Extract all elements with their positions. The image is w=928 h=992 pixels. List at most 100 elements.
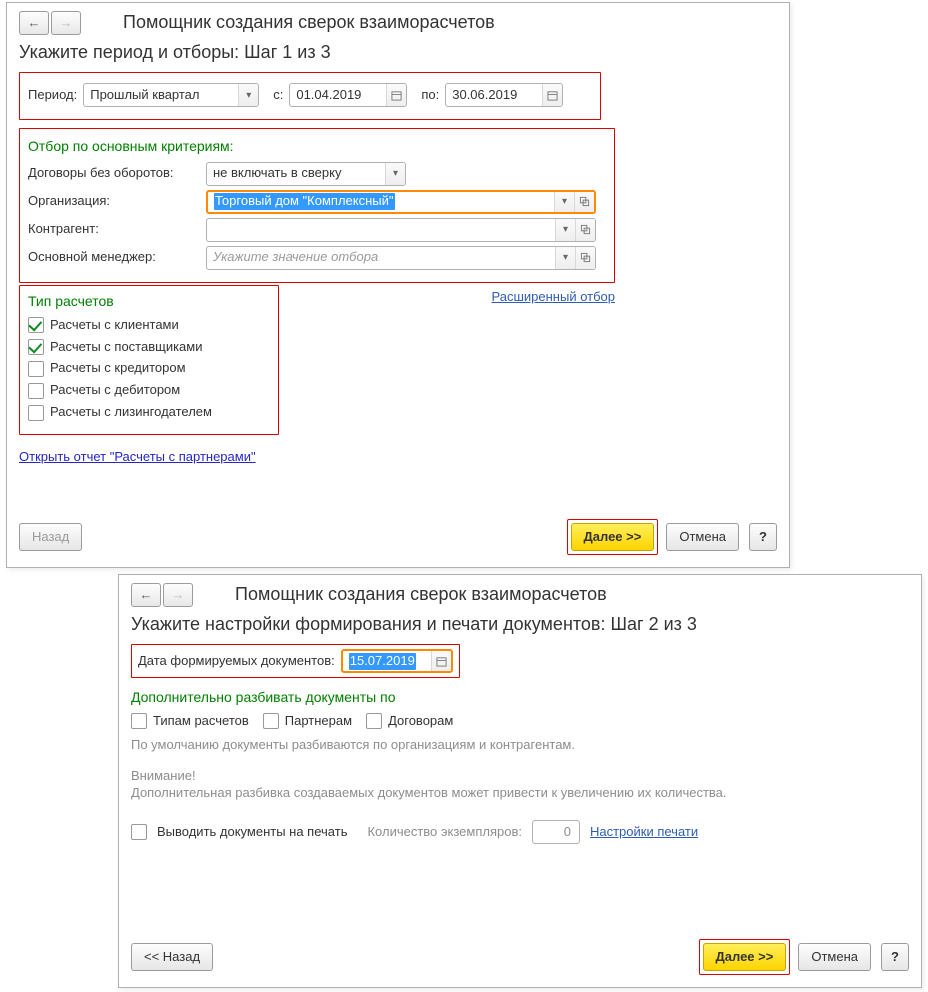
manager-input[interactable] (207, 247, 555, 269)
checkbox[interactable] (28, 361, 44, 377)
warning-title: Внимание! (131, 768, 909, 785)
dropdown-icon[interactable]: ▾ (554, 192, 574, 212)
step-heading: Укажите настройки формирования и печати … (131, 613, 909, 636)
dropdown-icon[interactable]: ▾ (385, 163, 405, 185)
calendar-icon[interactable] (386, 84, 406, 106)
calc-type-label: Расчеты с кредитором (50, 360, 186, 377)
window-title: Помощник создания сверок взаиморасчетов (195, 583, 909, 606)
nav-forward-button[interactable]: → (51, 11, 81, 35)
nav-back-button[interactable]: ← (131, 583, 161, 607)
print-checkbox-label: Выводить документы на печать (157, 824, 347, 841)
dropdown-icon[interactable]: ▾ (238, 84, 258, 106)
period-to-value: 30.06.2019 (446, 84, 542, 106)
copies-value: 0 (533, 821, 579, 843)
back-button[interactable]: Назад (19, 523, 82, 551)
criteria-block: Отбор по основным критериям: Договоры бе… (19, 128, 615, 282)
calc-type-label: Расчеты с лизингодателем (50, 404, 212, 421)
organization-field[interactable]: Торговый дом "Комплексный" ▾ (206, 190, 596, 214)
period-from-value: 01.04.2019 (290, 84, 386, 106)
split-title: Дополнительно разбивать документы по (131, 688, 909, 706)
next-button-highlight: Далее >> (699, 939, 791, 975)
calc-type-block: Тип расчетов Расчеты с клиентами Расчеты … (19, 285, 279, 435)
back-button[interactable]: << Назад (131, 943, 213, 971)
counterparty-input[interactable] (207, 219, 555, 241)
split-item-label: Типам расчетов (153, 713, 249, 730)
cancel-button[interactable]: Отмена (798, 943, 871, 971)
checkbox[interactable] (131, 713, 147, 729)
calc-type-label: Расчеты с поставщиками (50, 339, 203, 356)
arrow-left-icon: ← (28, 15, 41, 32)
step-heading: Укажите период и отборы: Шаг 1 из 3 (19, 41, 777, 64)
counterparty-label: Контрагент: (28, 221, 200, 238)
calc-type-item[interactable]: Расчеты с лизингодателем (28, 404, 270, 421)
doc-date-block: Дата формируемых документов: 15.07.2019 (131, 644, 460, 678)
checkbox[interactable] (263, 713, 279, 729)
calc-type-item[interactable]: Расчеты с поставщиками (28, 339, 270, 356)
open-icon[interactable] (575, 219, 595, 241)
split-item[interactable]: Типам расчетов (131, 713, 249, 730)
wizard-step2-window: ← → Помощник создания сверок взаиморасче… (118, 574, 922, 988)
doc-date-label: Дата формируемых документов: (138, 653, 335, 670)
no-turnover-value: не включать в сверку (207, 163, 385, 185)
split-item-label: Договорам (388, 713, 453, 730)
open-report-link[interactable]: Открыть отчет "Расчеты с партнерами" (19, 449, 256, 464)
dropdown-icon[interactable]: ▾ (555, 219, 575, 241)
counterparty-field[interactable]: ▾ (206, 218, 596, 242)
print-checkbox[interactable] (131, 824, 147, 840)
warning-text: Дополнительная разбивка создаваемых доку… (131, 785, 909, 802)
checkbox[interactable] (28, 317, 44, 333)
criteria-title: Отбор по основным критериям: (28, 137, 606, 155)
calendar-icon[interactable] (431, 651, 451, 671)
checkbox[interactable] (28, 383, 44, 399)
advanced-filter-link[interactable]: Расширенный отбор (492, 289, 616, 304)
arrow-right-icon: → (60, 15, 73, 32)
checkbox[interactable] (28, 339, 44, 355)
open-icon[interactable] (574, 192, 594, 212)
period-from-label: с: (273, 87, 283, 104)
nav-forward-button[interactable]: → (163, 583, 193, 607)
no-turnover-field[interactable]: не включать в сверку ▾ (206, 162, 406, 186)
split-hint: По умолчанию документы разбиваются по ор… (131, 737, 909, 754)
calc-type-item[interactable]: Расчеты с клиентами (28, 317, 270, 334)
no-turnover-label: Договоры без оборотов: (28, 165, 200, 182)
next-button[interactable]: Далее >> (703, 943, 787, 971)
calc-type-label: Расчеты с клиентами (50, 317, 179, 334)
help-button[interactable]: ? (881, 943, 909, 971)
calc-type-item[interactable]: Расчеты с дебитором (28, 382, 270, 399)
wizard-step1-window: ← → Помощник создания сверок взаиморасче… (6, 2, 790, 568)
calc-type-title: Тип расчетов (28, 292, 270, 310)
cancel-button[interactable]: Отмена (666, 523, 739, 551)
period-preset-field[interactable]: Прошлый квартал ▾ (83, 83, 259, 107)
split-item[interactable]: Договорам (366, 713, 453, 730)
footer-buttons: Назад Далее >> Отмена ? (19, 519, 777, 555)
next-button[interactable]: Далее >> (571, 523, 655, 551)
titlebar: ← → Помощник создания сверок взаиморасче… (131, 583, 909, 607)
checkbox[interactable] (28, 405, 44, 421)
window-title: Помощник создания сверок взаиморасчетов (83, 11, 777, 34)
manager-field[interactable]: ▾ (206, 246, 596, 270)
dropdown-icon[interactable]: ▾ (555, 247, 575, 269)
split-item[interactable]: Партнерам (263, 713, 352, 730)
period-from-field[interactable]: 01.04.2019 (289, 83, 407, 107)
organization-label: Организация: (28, 193, 200, 210)
period-block: Период: Прошлый квартал ▾ с: 01.04.2019 … (19, 72, 601, 120)
checkbox[interactable] (366, 713, 382, 729)
copies-field[interactable]: 0 (532, 820, 580, 844)
titlebar: ← → Помощник создания сверок взаиморасче… (19, 11, 777, 35)
period-to-field[interactable]: 30.06.2019 (445, 83, 563, 107)
open-icon[interactable] (575, 247, 595, 269)
doc-date-value: 15.07.2019 (343, 651, 431, 671)
split-item-label: Партнерам (285, 713, 352, 730)
calendar-icon[interactable] (542, 84, 562, 106)
calc-type-item[interactable]: Расчеты с кредитором (28, 360, 270, 377)
print-settings-link[interactable]: Настройки печати (590, 824, 698, 841)
arrow-left-icon: ← (140, 587, 153, 604)
organization-value: Торговый дом "Комплексный" (208, 192, 554, 212)
doc-date-field[interactable]: 15.07.2019 (341, 649, 453, 673)
next-button-highlight: Далее >> (567, 519, 659, 555)
calc-type-label: Расчеты с дебитором (50, 382, 180, 399)
copies-label: Количество экземпляров: (367, 824, 522, 841)
help-button[interactable]: ? (749, 523, 777, 551)
nav-back-button[interactable]: ← (19, 11, 49, 35)
period-to-label: по: (421, 87, 439, 104)
